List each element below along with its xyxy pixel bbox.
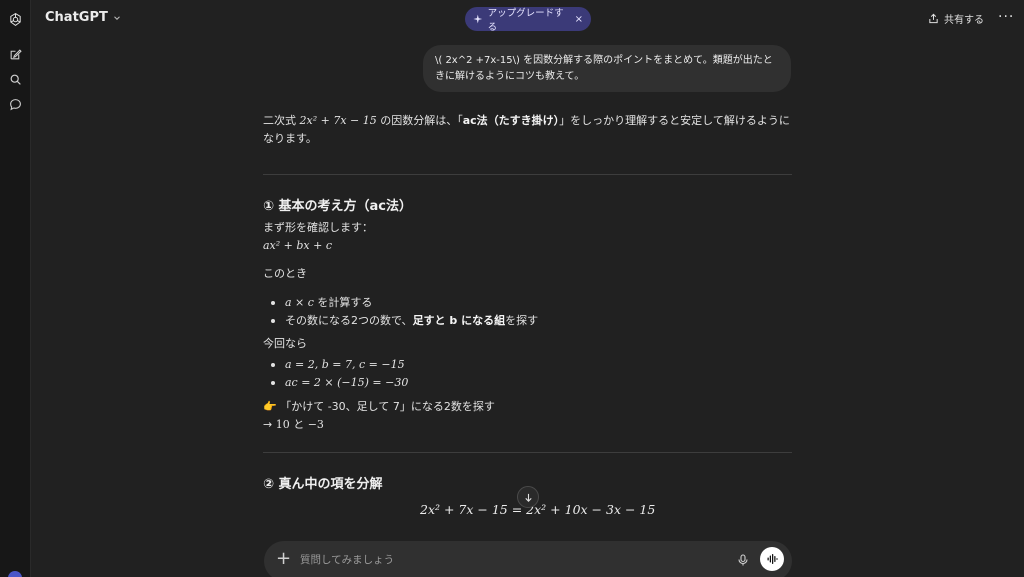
s2-equation: 2x² + 7x − 15 = 2x² + 10x − 3x − 15: [420, 502, 656, 517]
model-picker[interactable]: ChatGPT: [45, 10, 122, 25]
intro-expression: 2x² + 7x − 15: [299, 114, 377, 127]
s1-b2-post: を探す: [505, 314, 539, 327]
arrow-down-icon: [524, 493, 532, 502]
intro-pre: 二次式: [263, 114, 300, 127]
message-input[interactable]: [300, 551, 720, 569]
chevron-down-icon: [113, 15, 120, 20]
share-icon: [929, 13, 938, 24]
list-item: a = 2, b = 7, c = −15: [271, 356, 405, 374]
s1-result: → 10 と −3: [263, 416, 324, 434]
search-icon[interactable]: [7, 71, 23, 87]
divider: [263, 174, 792, 175]
s1-then: このとき: [263, 267, 307, 280]
s1-result-and: と: [289, 418, 308, 431]
s1-b2-bold: 足すと b になる組: [412, 314, 506, 327]
composer: +: [264, 541, 792, 577]
s1-case: 今回なら: [263, 337, 307, 350]
s1-general-form: ax² + bx + c: [263, 239, 332, 252]
s1-result-a: 10: [275, 418, 290, 431]
scroll-down-button[interactable]: [517, 486, 539, 508]
list-item: a × c を計算する: [271, 294, 372, 312]
upgrade-button[interactable]: アップグレードする ×: [465, 7, 591, 33]
s1-b1-expression: a × c: [285, 296, 314, 309]
model-label: ChatGPT: [45, 10, 108, 25]
more-icon[interactable]: ···: [998, 9, 1014, 25]
user-message: \( 2x^2 +7x-15\) を因数分解する際のポイントをまとめて。類題が出…: [423, 45, 791, 92]
s1-hint: 👉 「かけて -30、足して 7」になる2数を探す: [263, 398, 495, 416]
s1-b1-text: を計算する: [313, 296, 373, 309]
s1-hint-text: 「かけて -30、足して 7」になる2数を探す: [280, 400, 495, 413]
top-bar: ChatGPT アップグレードする × 共有する ···: [32, 0, 1024, 38]
upgrade-label: アップグレードする: [487, 8, 564, 33]
share-label: 共有する: [944, 15, 984, 26]
share-button[interactable]: 共有する: [928, 11, 984, 26]
intro-mid: の因数分解は、「: [376, 114, 463, 127]
voice-mode-icon[interactable]: [760, 547, 784, 571]
divider: [263, 452, 792, 453]
openai-logo-icon[interactable]: [7, 11, 23, 27]
section-heading-1: ① 基本の考え方（ac法）: [263, 199, 413, 214]
s1-c1: a = 2, b = 7, c = −15: [285, 358, 405, 371]
avatar[interactable]: [8, 571, 22, 577]
s1-result-b: −3: [307, 418, 324, 431]
list-item: ac = 2 × (−15) = −30: [271, 374, 408, 392]
intro-bold: ac法（たすき掛け）: [462, 114, 560, 127]
section-heading-2: ② 真ん中の項を分解: [263, 477, 383, 492]
arrow-right-icon: →: [263, 418, 273, 431]
sparkle-icon: [473, 14, 483, 24]
close-icon[interactable]: ×: [575, 14, 583, 25]
pointing-hand-icon: 👉: [263, 400, 277, 413]
sidebar: [0, 0, 31, 577]
assistant-intro: 二次式 2x² + 7x − 15 の因数分解は、「ac法（たすき掛け）」をしっ…: [263, 112, 792, 148]
plus-icon[interactable]: +: [276, 550, 291, 568]
s1-c2: ac = 2 × (−15) = −30: [285, 376, 409, 389]
s1-line: まず形を確認します：: [263, 221, 373, 234]
new-chat-icon[interactable]: [7, 46, 23, 62]
chat-bubble-icon[interactable]: [7, 96, 23, 112]
mic-icon[interactable]: [737, 552, 749, 571]
list-item: その数になる2つの数で、足すと b になる組を探す: [271, 312, 538, 330]
s1-b2-pre: その数になる2つの数で、: [285, 314, 413, 327]
